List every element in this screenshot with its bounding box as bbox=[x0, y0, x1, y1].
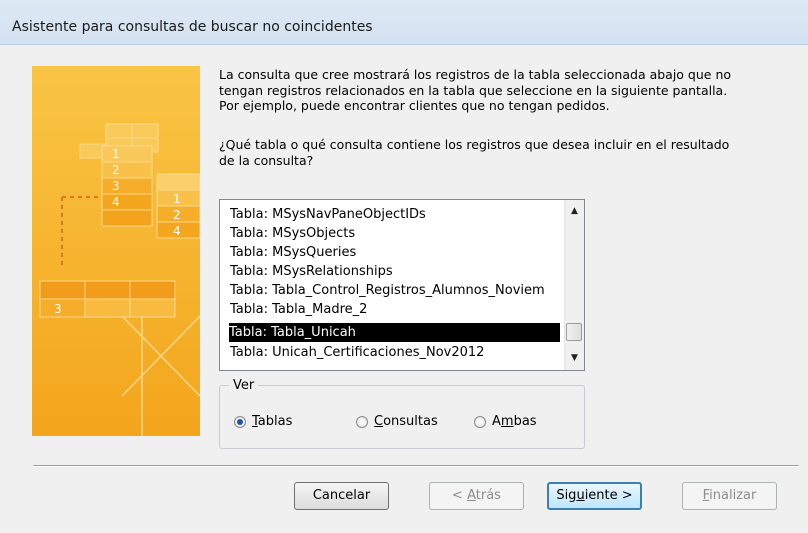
illus-label: 2 bbox=[112, 163, 120, 177]
list-item[interactable]: Tabla: Unicah_Certificaciones_Nov2012 bbox=[230, 343, 560, 362]
scroll-up-icon[interactable]: ▲ bbox=[565, 203, 584, 220]
radio-tablas[interactable]: Tablas bbox=[234, 413, 292, 431]
illus-label: 1 bbox=[173, 192, 181, 206]
description-line: Por ejemplo, puede encontrar clientes qu… bbox=[219, 98, 610, 113]
radio-unchecked-icon[interactable] bbox=[474, 416, 486, 428]
radio-label: Consultas bbox=[374, 414, 438, 429]
list-item[interactable]: Tabla: Tabla_Madre_2 bbox=[230, 300, 560, 319]
view-group-legend: Ver bbox=[229, 378, 259, 393]
cancel-label: Cancelar bbox=[312, 488, 371, 503]
illus-label: 2 bbox=[173, 208, 181, 222]
description-line: tengan registros relacionados en la tabl… bbox=[219, 82, 728, 98]
illus-label: 1 bbox=[112, 147, 120, 161]
button-separator bbox=[33, 465, 799, 467]
radio-unchecked-icon[interactable] bbox=[356, 416, 368, 428]
radio-checked-icon[interactable] bbox=[234, 416, 246, 428]
window-title: Asistente para consultas de buscar no co… bbox=[12, 19, 373, 35]
illus-label: 3 bbox=[54, 302, 62, 316]
list-item[interactable]: Tabla: MSysQueries bbox=[230, 243, 560, 262]
list-item-selected[interactable]: Tabla: Tabla_Unicah bbox=[229, 323, 560, 342]
wizard-illustration: 1 2 3 4 1 2 4 3 bbox=[32, 66, 200, 436]
wizard-description: La consulta que cree mostrará los regist… bbox=[219, 67, 779, 114]
finish-label: Finalizar bbox=[702, 488, 757, 503]
list-item[interactable]: Tabla: MSysNavPaneObjectIDs bbox=[230, 205, 560, 224]
description-line: La consulta que cree mostrará los regist… bbox=[219, 67, 732, 82]
question-line: ¿Qué tabla o qué consulta contiene los r… bbox=[219, 137, 730, 152]
list-item[interactable]: Tabla: MSysRelationships bbox=[230, 262, 560, 281]
vertical-scrollbar[interactable]: ▲ ▼ bbox=[564, 200, 584, 370]
radio-consultas[interactable]: Consultas bbox=[356, 413, 438, 431]
cancel-button[interactable]: Cancelar bbox=[294, 482, 389, 510]
tables-listbox[interactable]: Tabla: MSysNavPaneObjectIDs Tabla: MSysO… bbox=[219, 199, 585, 371]
title-bar: Asistente para consultas de buscar no co… bbox=[0, 0, 808, 45]
list-item[interactable]: Tabla: MSysObjects bbox=[230, 224, 560, 243]
next-label: Siguiente > bbox=[556, 488, 633, 503]
wizard-question: ¿Qué tabla o qué consulta contiene los r… bbox=[219, 137, 779, 168]
next-button[interactable]: Siguiente > bbox=[547, 482, 642, 510]
illus-label: 4 bbox=[173, 224, 181, 238]
radio-ambas[interactable]: Ambas bbox=[474, 413, 537, 431]
illus-label: 4 bbox=[112, 195, 120, 209]
list-item[interactable]: Tabla: Tabla_Control_Registros_Alumnos_N… bbox=[230, 281, 560, 300]
scroll-down-icon[interactable]: ▼ bbox=[565, 350, 584, 367]
finish-button[interactable]: Finalizar bbox=[682, 482, 777, 510]
back-button[interactable]: < Atrás bbox=[429, 482, 524, 510]
radio-label: Ambas bbox=[492, 414, 537, 429]
table-grid-illustration: 1 2 3 4 1 2 4 3 bbox=[32, 66, 200, 436]
question-line: de la consulta? bbox=[219, 152, 314, 168]
back-label: < Atrás bbox=[452, 488, 501, 503]
radio-label: Tablas bbox=[252, 414, 293, 429]
illus-label: 3 bbox=[112, 179, 120, 193]
scroll-thumb[interactable] bbox=[566, 323, 582, 341]
